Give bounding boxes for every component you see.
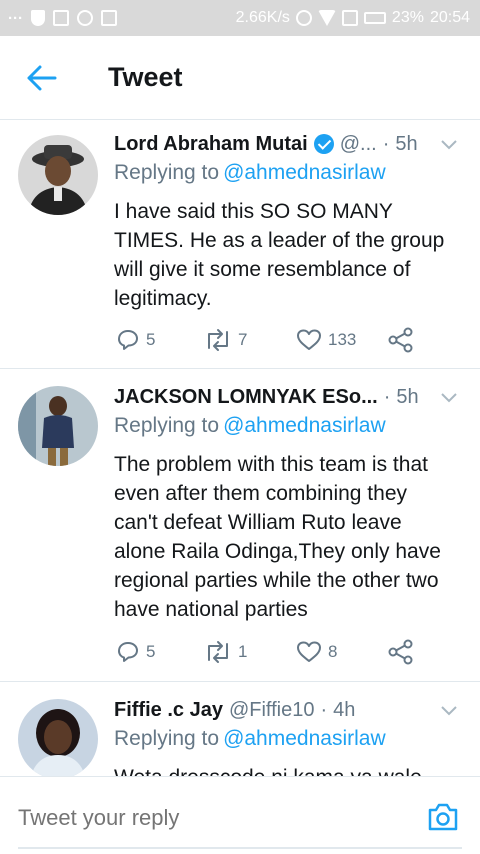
reply-count: 5: [146, 330, 156, 349]
heart-icon: [297, 329, 321, 350]
reply-icon: [118, 330, 138, 350]
replying-to: Replying to @ahmednasirlaw: [114, 414, 386, 438]
tweet-actions: 5 1 8: [116, 638, 446, 666]
status-bar: ··· 2.66K/s 23% 20:54: [0, 0, 480, 36]
chevron-down-icon[interactable]: [440, 388, 458, 406]
author-handle[interactable]: @Fiffie10: [229, 699, 315, 722]
replying-to-handle[interactable]: @ahmednasirlaw: [223, 727, 386, 750]
more-dots: ···: [8, 9, 23, 27]
verified-badge-icon: [313, 134, 334, 154]
tweet-header: Fiffie .c Jay @Fiffie10 · 4h: [114, 695, 470, 725]
reply-action[interactable]: 5: [116, 638, 155, 666]
like-count: 133: [328, 330, 357, 349]
tweet-item[interactable]: JACKSON LOMNYAK ESo... · 5h Replying to @…: [0, 370, 480, 682]
tweet-item[interactable]: Lord Abraham Mutai @... · 5h Replying to…: [0, 121, 480, 369]
reply-icon: [118, 642, 138, 662]
shield-icon: [31, 10, 45, 26]
replying-to-label: Replying to: [114, 161, 220, 184]
avatar[interactable]: [18, 135, 98, 215]
share-action[interactable]: [388, 326, 414, 354]
clock: 20:54: [429, 9, 470, 26]
retweet-count: 7: [238, 330, 248, 349]
author-handle[interactable]: @...: [340, 133, 377, 156]
chevron-down-icon[interactable]: [440, 701, 458, 719]
mail-icon: [101, 10, 117, 26]
battery-percent: 23%: [391, 9, 424, 26]
replying-to-handle[interactable]: @ahmednasirlaw: [223, 161, 386, 184]
page-title: Tweet: [108, 62, 183, 92]
network-speed: 2.66K/s: [235, 9, 290, 26]
reply-input-underline: [18, 847, 462, 849]
chevron-down-icon[interactable]: [440, 135, 458, 153]
replying-to-label: Replying to: [114, 727, 220, 750]
tweet-item[interactable]: Fiffie .c Jay @Fiffie10 · 4h Replying to…: [0, 683, 480, 776]
tweet-header: Lord Abraham Mutai @... · 5h: [114, 129, 470, 159]
reply-bar: [0, 776, 480, 854]
tweet-time: 5h: [396, 385, 419, 408]
whatsapp-icon: [77, 10, 93, 26]
battery-icon: [363, 12, 386, 24]
author-name[interactable]: Fiffie .c Jay: [114, 699, 223, 722]
share-icon: [388, 639, 413, 665]
reply-input[interactable]: [18, 805, 398, 831]
replying-to-label: Replying to: [114, 414, 220, 437]
avatar[interactable]: [18, 386, 98, 466]
alarm-icon: [295, 10, 312, 26]
replying-to-handle[interactable]: @ahmednasirlaw: [223, 414, 386, 437]
replying-to: Replying to @ahmednasirlaw: [114, 727, 386, 751]
tweet-header: JACKSON LOMNYAK ESo... · 5h: [114, 382, 470, 412]
status-bar-right: 2.66K/s 23% 20:54: [236, 8, 470, 28]
retweet-action[interactable]: 7: [204, 326, 247, 354]
like-count: 8: [328, 642, 338, 661]
tweet-text: I have said this SO SO MANY TIMES. He as…: [114, 200, 445, 310]
author-name[interactable]: JACKSON LOMNYAK ESo...: [114, 386, 378, 409]
like-action[interactable]: 133: [296, 326, 356, 354]
tweet-text: Weta dresscode ni kama ya wale: [114, 763, 456, 776]
app-header: Tweet: [0, 36, 480, 120]
like-action[interactable]: 8: [296, 638, 337, 666]
status-bar-left: ···: [8, 8, 117, 28]
tweet-time: 5h: [395, 132, 418, 155]
arrow-left-icon[interactable]: [26, 64, 58, 92]
reply-action[interactable]: 5: [116, 326, 155, 354]
sim-icon: [341, 10, 358, 26]
share-icon: [388, 327, 413, 353]
separator-dot: ·: [320, 698, 328, 721]
wifi-icon: [317, 10, 336, 26]
reply-count: 5: [146, 642, 156, 661]
retweet-icon: [208, 329, 228, 351]
camera-icon[interactable]: [426, 801, 460, 833]
retweet-action[interactable]: 1: [204, 638, 247, 666]
separator-dot: ·: [383, 385, 391, 408]
separator-dot: ·: [382, 132, 390, 155]
tweet-text: The problem with this team is that even …: [114, 453, 441, 621]
tweet-actions: 5 7 133: [116, 326, 446, 354]
replying-to: Replying to @ahmednasirlaw: [114, 161, 386, 185]
avatar[interactable]: [18, 699, 98, 776]
heart-icon: [297, 641, 321, 662]
share-action[interactable]: [388, 638, 414, 666]
retweet-icon: [208, 641, 228, 663]
author-name[interactable]: Lord Abraham Mutai: [114, 133, 308, 156]
tweet-time: 4h: [333, 698, 356, 721]
image-icon: [53, 10, 69, 26]
retweet-count: 1: [238, 642, 248, 661]
